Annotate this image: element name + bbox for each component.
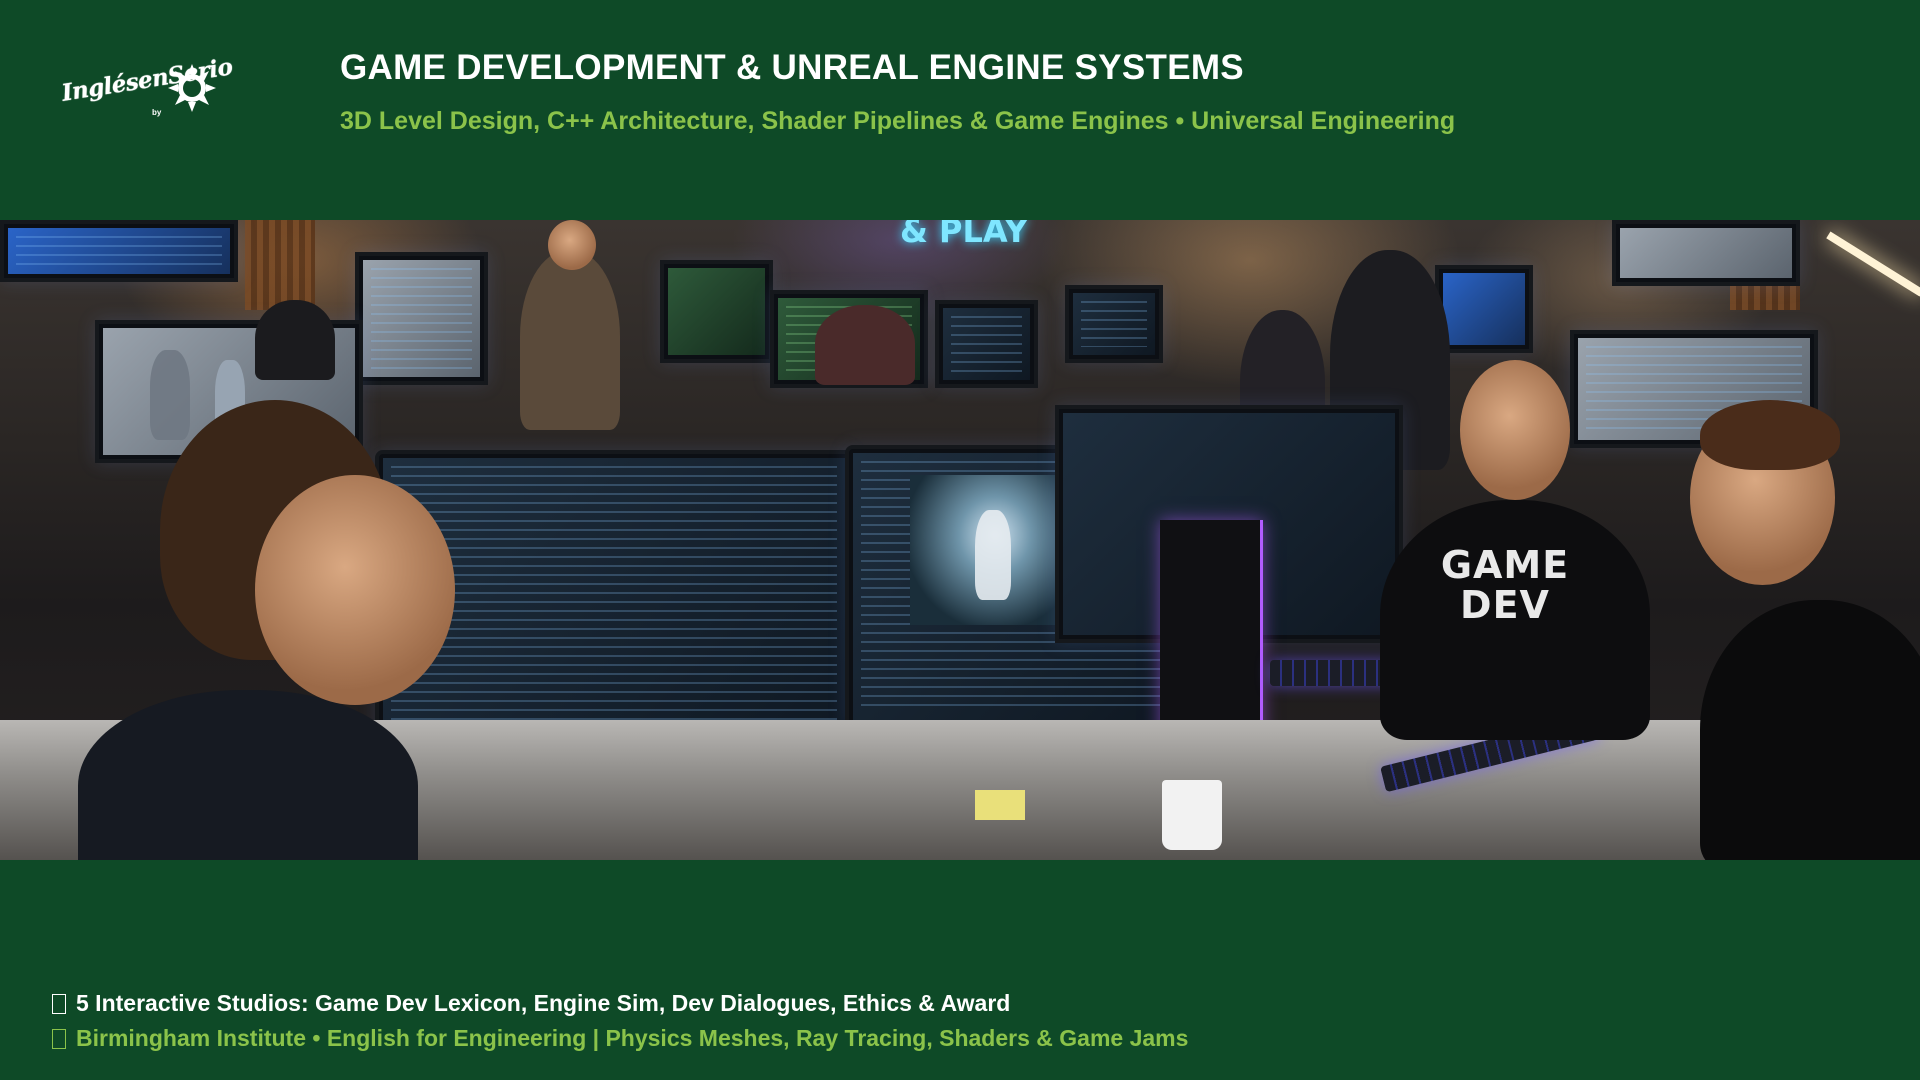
person-head	[1460, 360, 1570, 500]
studio-photo: & PLAY GAME DEV	[0, 220, 1920, 860]
shirt-print-line: DEV	[1460, 583, 1550, 627]
character-model	[150, 350, 190, 440]
monitor	[355, 252, 488, 385]
brand-logo: InglésenSerio by	[56, 53, 234, 134]
footer-studios-line: 5 Interactive Studios: Game Dev Lexicon,…	[52, 990, 1010, 1017]
person-head	[548, 220, 596, 270]
page-subtitle: 3D Level Design, C++ Architecture, Shade…	[340, 107, 1456, 135]
person	[815, 305, 915, 385]
developer-woman	[78, 690, 418, 860]
sticky-note	[975, 790, 1025, 820]
developer-man	[1700, 600, 1920, 860]
monitor	[660, 260, 773, 363]
coffee-mug	[1162, 780, 1222, 850]
monitor	[1612, 220, 1800, 286]
person	[520, 250, 620, 430]
neon-sign: & PLAY	[900, 220, 1028, 250]
character-model	[975, 510, 1011, 600]
monitor	[1435, 265, 1533, 353]
person-hair	[1700, 400, 1840, 470]
monitor	[0, 220, 238, 282]
shirt-print-line: GAME	[1440, 543, 1570, 587]
wood-panel	[245, 220, 315, 310]
footer-institute-text: Birmingham Institute • English for Engin…	[76, 1025, 1189, 1051]
missing-glyph-icon	[52, 1029, 66, 1049]
footer-studios-text: 5 Interactive Studios: Game Dev Lexicon,…	[76, 990, 1011, 1016]
missing-glyph-icon	[52, 994, 66, 1014]
shirt-print: GAME DEV	[1440, 545, 1570, 625]
person-head	[255, 475, 455, 705]
monitor	[935, 300, 1038, 388]
monitor	[1065, 285, 1163, 363]
page-title: GAME DEVELOPMENT & UNREAL ENGINE SYSTEMS	[340, 48, 1244, 87]
logo-byline: by	[152, 108, 162, 117]
person	[255, 300, 335, 380]
footer-institute-line: Birmingham Institute • English for Engin…	[52, 1025, 1188, 1052]
